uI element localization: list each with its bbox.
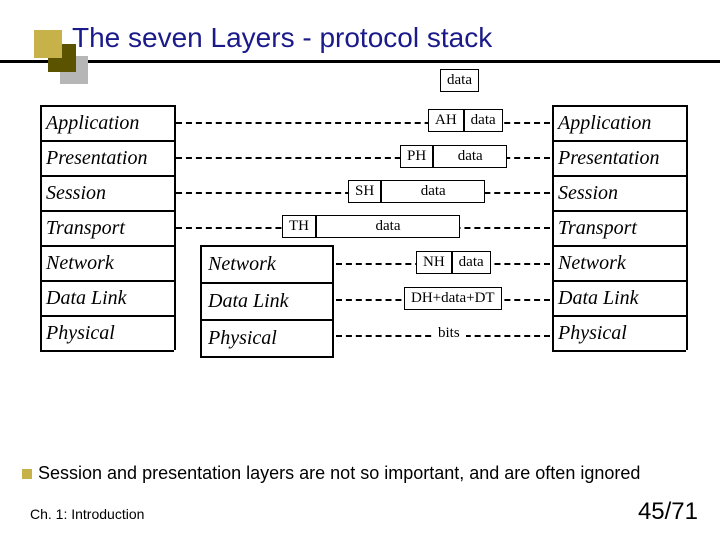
packet-cell: data bbox=[316, 215, 460, 238]
bullet-text: Session and presentation layers are not … bbox=[38, 463, 640, 483]
layer-datalink: Data Link bbox=[40, 280, 174, 315]
packet-cell: data bbox=[433, 145, 507, 168]
packet-sess: SH data bbox=[348, 180, 485, 203]
sender-stack: Application Presentation Session Transpo… bbox=[40, 105, 174, 352]
layer-application: Application bbox=[40, 105, 174, 140]
layer-presentation: Presentation bbox=[552, 140, 686, 175]
layer-presentation: Presentation bbox=[40, 140, 174, 175]
decor-square bbox=[34, 30, 62, 58]
bullet-icon bbox=[22, 469, 32, 479]
packet-cell: SH bbox=[348, 180, 381, 203]
packet-cell: TH bbox=[282, 215, 316, 238]
layer-datalink: Data Link bbox=[552, 280, 686, 315]
router-network: Network bbox=[200, 245, 334, 282]
router-stack: Network Data Link Physical bbox=[200, 245, 334, 358]
packet-cell: data bbox=[440, 69, 479, 92]
layer-application: Application bbox=[552, 105, 686, 140]
layer-transport: Transport bbox=[40, 210, 174, 245]
layer-session: Session bbox=[40, 175, 174, 210]
layer-physical: Physical bbox=[40, 315, 174, 352]
page-title: The seven Layers - protocol stack bbox=[72, 22, 492, 53]
title-bar: The seven Layers - protocol stack bbox=[0, 0, 720, 63]
router-datalink: Data Link bbox=[200, 282, 334, 319]
layer-physical: Physical bbox=[552, 315, 686, 352]
bullet-note: Session and presentation layers are not … bbox=[22, 463, 716, 484]
router-physical: Physical bbox=[200, 319, 334, 358]
packet-cell: AH bbox=[428, 109, 464, 132]
col-right-border bbox=[686, 105, 688, 350]
packet-top: data bbox=[440, 69, 479, 92]
packet-cell: data bbox=[452, 251, 491, 274]
packet-dlink: DH+data+DT bbox=[404, 287, 502, 310]
packet-phys: bits bbox=[432, 323, 466, 344]
packet-app: AH data bbox=[428, 109, 503, 132]
packet-pres: PH data bbox=[400, 145, 507, 168]
packet-cell: PH bbox=[400, 145, 433, 168]
packet-net: NH data bbox=[416, 251, 491, 274]
packet-cell: data bbox=[464, 109, 503, 132]
layer-network: Network bbox=[552, 245, 686, 280]
layer-transport: Transport bbox=[552, 210, 686, 245]
packet-cell: data bbox=[381, 180, 485, 203]
page-number: 45/71 bbox=[638, 498, 698, 526]
packet-cell: DH+data+DT bbox=[404, 287, 502, 310]
receiver-stack: Application Presentation Session Transpo… bbox=[552, 105, 686, 352]
layer-session: Session bbox=[552, 175, 686, 210]
packet-cell: bits bbox=[432, 323, 466, 344]
layer-network: Network bbox=[40, 245, 174, 280]
packet-trans: TH data bbox=[282, 215, 460, 238]
chapter-label: Ch. 1: Introduction bbox=[30, 506, 144, 522]
packet-cell: NH bbox=[416, 251, 452, 274]
diagram: Application Presentation Session Transpo… bbox=[0, 105, 720, 425]
